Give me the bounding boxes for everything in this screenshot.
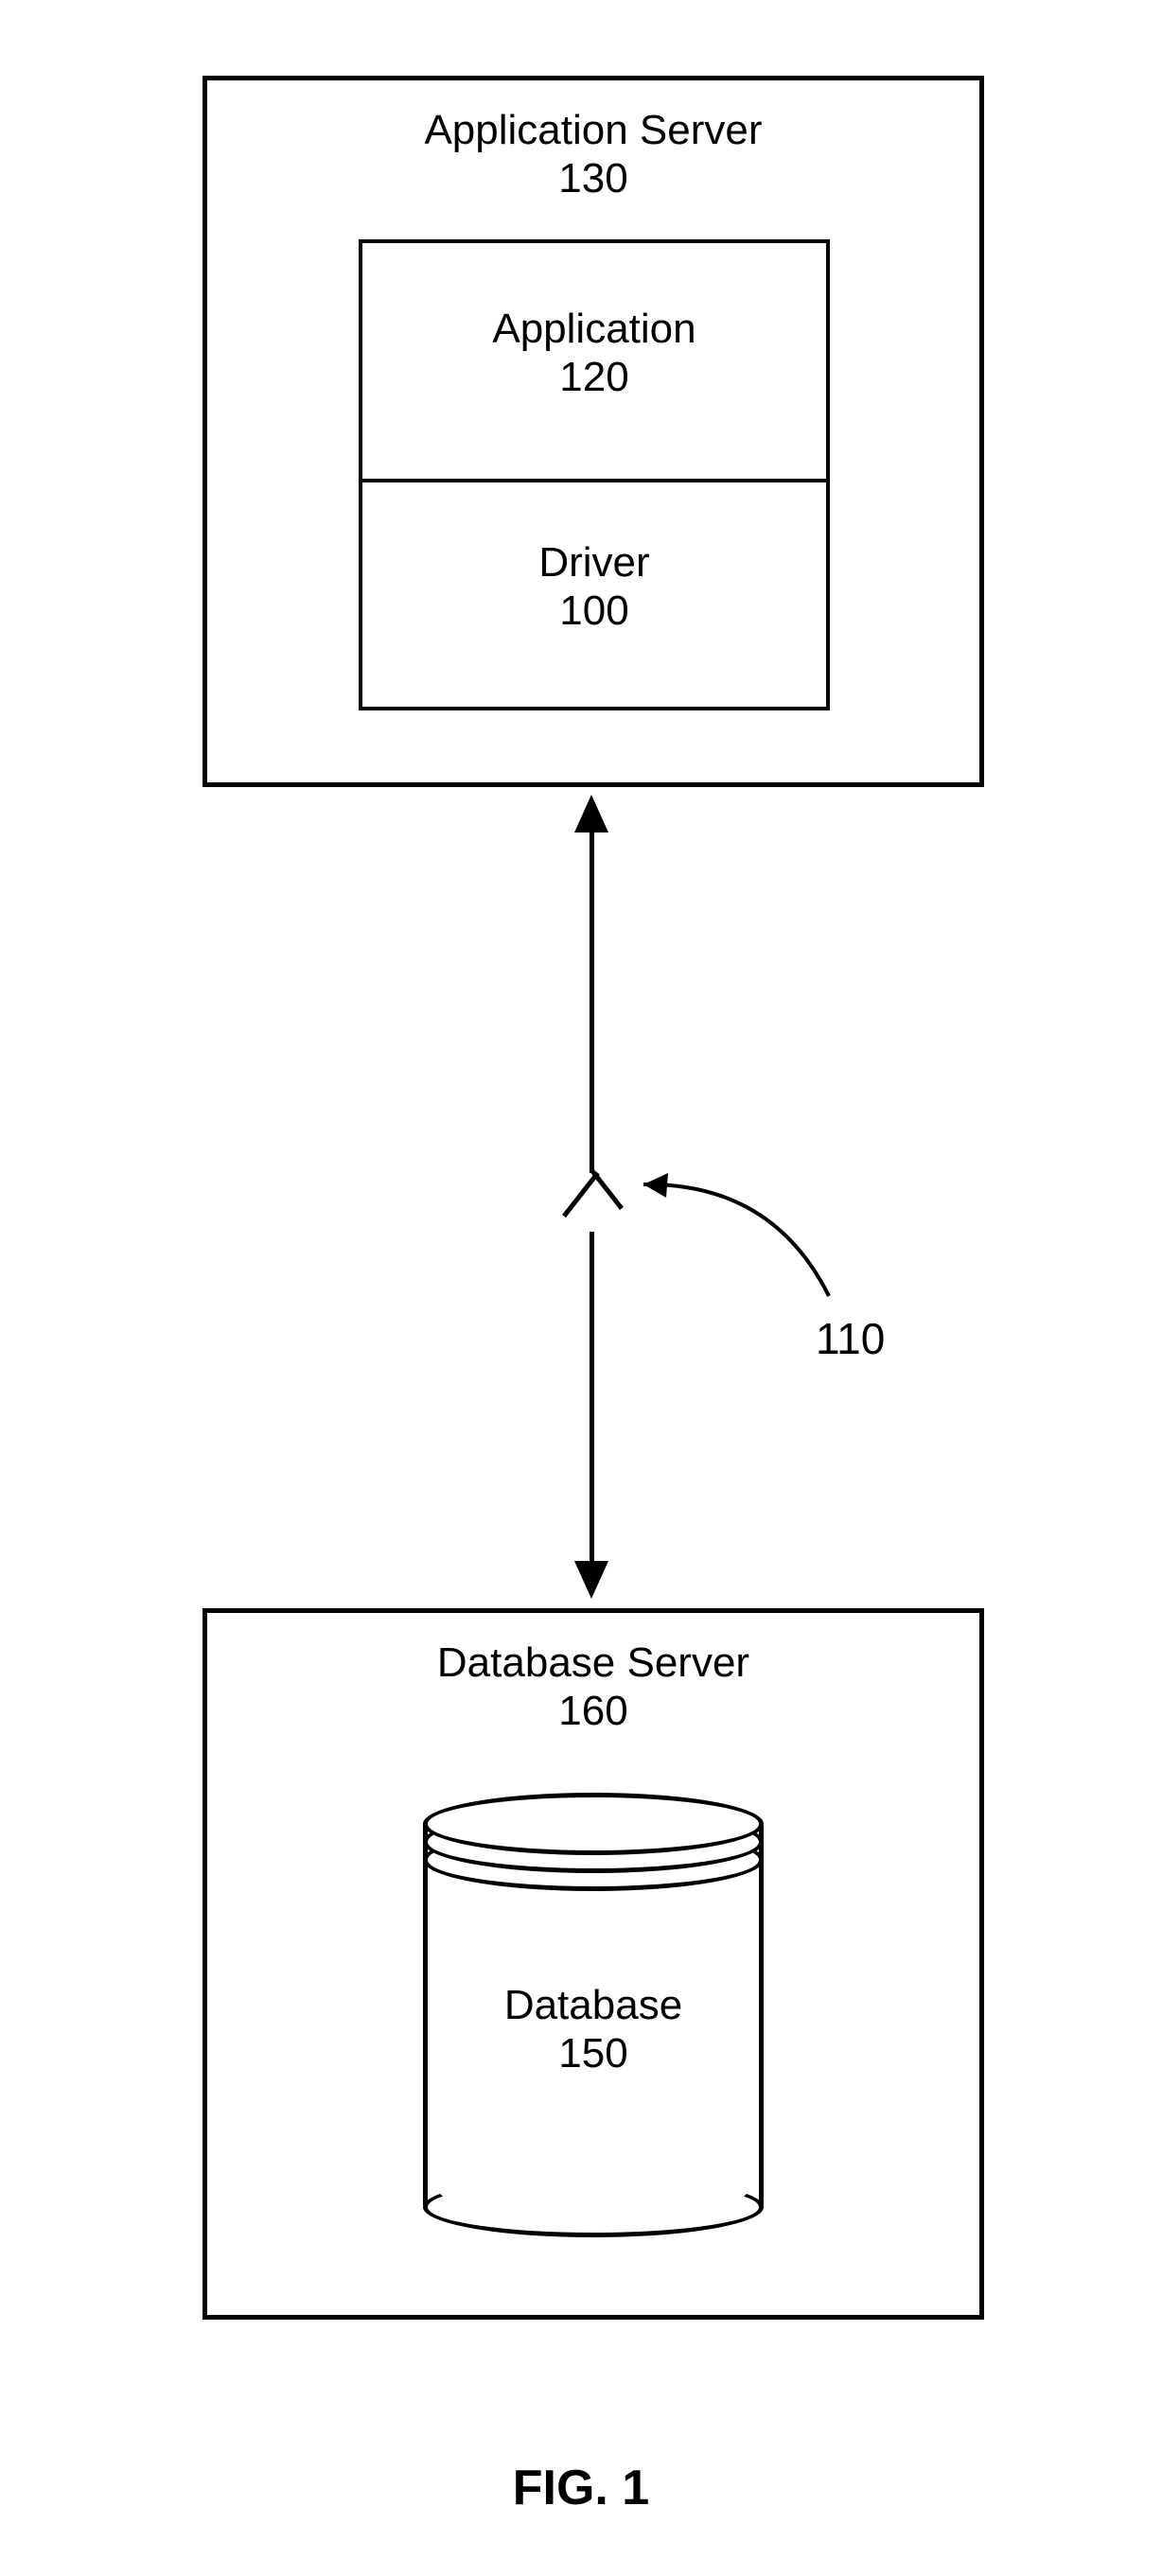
text: 160 — [558, 1688, 627, 1734]
application-cell: Application 120 — [362, 243, 826, 479]
text: 150 — [558, 2030, 627, 2077]
application-label: Application 120 — [362, 306, 826, 401]
arrowhead-down-icon — [574, 1561, 608, 1599]
text: Application — [492, 306, 695, 352]
database-server-box: Database Server 160 Database 150 — [202, 1608, 984, 2320]
text: FIG. 1 — [513, 2461, 649, 2515]
figure-title: FIG. 1 — [0, 2460, 1162, 2516]
database-label: Database 150 — [423, 1982, 764, 2077]
text: Database Server — [437, 1639, 749, 1686]
application-server-title: Application Server 130 — [207, 107, 979, 202]
text: 130 — [558, 155, 627, 202]
callout-curve-icon — [630, 1164, 857, 1306]
break-cover — [554, 1173, 639, 1241]
arrowhead-up-icon — [574, 795, 608, 832]
text: 110 — [816, 1314, 885, 1363]
application-driver-box: Application 120 Driver 100 — [359, 239, 830, 710]
connector-label: 110 — [816, 1313, 885, 1364]
driver-label: Driver 100 — [362, 539, 826, 635]
text: 120 — [559, 354, 628, 400]
connector-line-top — [590, 831, 594, 1181]
diagram-canvas: Application Server 130 Application 120 D… — [0, 0, 1162, 2576]
text: 100 — [559, 587, 628, 634]
text: Database — [504, 1982, 682, 2028]
cylinder-bottom — [423, 2177, 764, 2237]
database-server-title: Database Server 160 — [207, 1639, 979, 1735]
text: Driver — [538, 539, 649, 586]
cylinder-top — [423, 1793, 764, 1855]
callout-arrow — [630, 1164, 857, 1306]
application-server-box: Application Server 130 Application 120 D… — [202, 76, 984, 787]
database-cylinder: Database 150 — [423, 1793, 764, 2237]
text: Application Server — [424, 107, 762, 153]
driver-cell: Driver 100 — [362, 482, 826, 707]
connector-line-bottom — [590, 1232, 594, 1561]
